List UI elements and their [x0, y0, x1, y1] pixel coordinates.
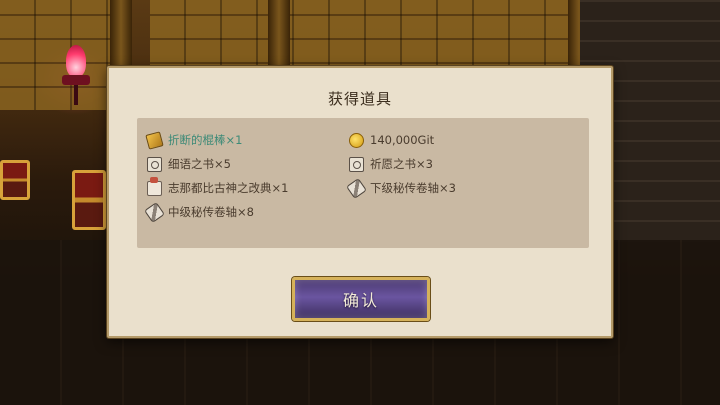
- scroll-icon: [346, 177, 367, 199]
- reward-item: 祈愿之书×3: [349, 155, 433, 173]
- torch-icon: [58, 45, 94, 105]
- reward-item-label: 下级秘传卷轴×3: [370, 181, 456, 195]
- confirm-button[interactable]: 确认: [292, 277, 430, 321]
- book-icon: [147, 156, 162, 172]
- reward-list: 折断的棍棒×1 140,000Git 细语之书×5 祈愿之书×3 志那都比古神之…: [137, 118, 589, 248]
- reward-item: 折断的棍棒×1: [145, 130, 243, 150]
- dialog-title: 获得道具: [327, 90, 392, 108]
- reward-item: 下级秘传卷轴×3: [346, 177, 456, 199]
- book-icon: [349, 156, 364, 172]
- broken-stick-icon: [145, 130, 164, 150]
- reward-item-label: 中级秘传卷轴×8: [168, 205, 254, 219]
- reward-item-label: 细语之书×5: [168, 157, 231, 171]
- gold-coin-icon: [349, 132, 364, 148]
- reward-item-label: 折断的棍棒×1: [168, 133, 243, 147]
- reward-item: 志那都比古神之改典×1: [147, 176, 289, 197]
- codex-icon: [147, 176, 162, 196]
- treasure-chest: [0, 160, 30, 200]
- scroll-icon: [144, 201, 165, 223]
- reward-item: 中级秘传卷轴×8: [144, 201, 254, 223]
- reward-item-label: 140,000Git: [370, 133, 435, 147]
- confirm-button-label: 确认: [342, 291, 379, 310]
- item-reward-dialog: 获得道具 折断的棍棒×1 140,000Git 细语之书×5 祈愿之书×3 志那…: [107, 66, 613, 338]
- reward-item: 细语之书×5: [147, 155, 231, 173]
- reward-item: 140,000Git: [349, 131, 434, 149]
- reward-item-label: 志那都比古神之改典×1: [168, 181, 289, 195]
- reward-item-label: 祈愿之书×3: [370, 157, 433, 171]
- treasure-chest: [72, 170, 106, 230]
